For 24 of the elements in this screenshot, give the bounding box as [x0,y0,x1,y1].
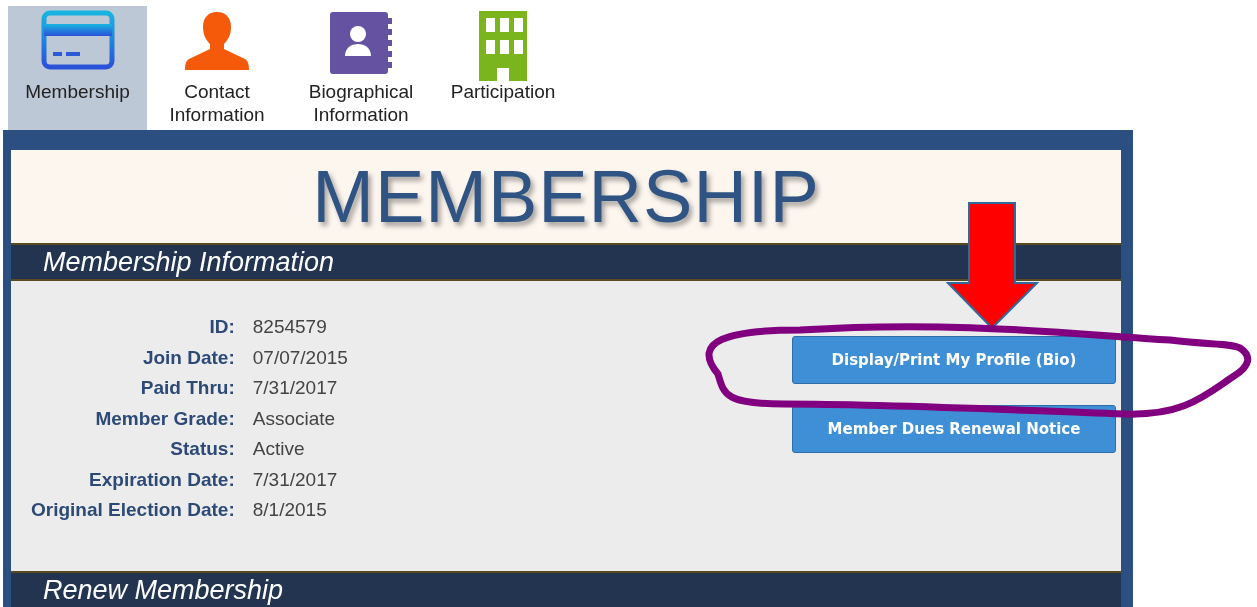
tab[interactable]: Participation [435,6,571,130]
tab[interactable]: Contact Information [147,6,287,130]
field-label: ID: [208,315,235,339]
field-value: Associate [252,406,337,430]
tab[interactable]: Membership [8,6,147,130]
contact-book-icon [328,10,394,76]
building-icon [478,10,528,82]
field-label: Status: [169,437,235,461]
field-value: 7/31/2017 [252,376,339,400]
section-title: Membership Information [43,246,335,278]
card-icon [40,10,115,70]
section-title: Renew Membership [43,574,284,606]
banner-title: MEMBERSHIP [312,154,820,239]
field-value: Active [252,437,306,461]
field-value: 8/1/2015 [252,498,328,522]
field-label: Paid Thru: [139,376,235,400]
field-label: Member Grade: [94,406,235,430]
field-label: Original Election Date: [31,498,235,522]
field-value: 8254579 [252,315,328,339]
field-label: Join Date: [141,345,235,369]
tab[interactable]: Biographical Information [287,6,435,130]
field-label: Expiration Date: [88,467,235,491]
field-value: 7/31/2017 [252,467,339,491]
field-value: 07/07/2015 [252,345,348,369]
